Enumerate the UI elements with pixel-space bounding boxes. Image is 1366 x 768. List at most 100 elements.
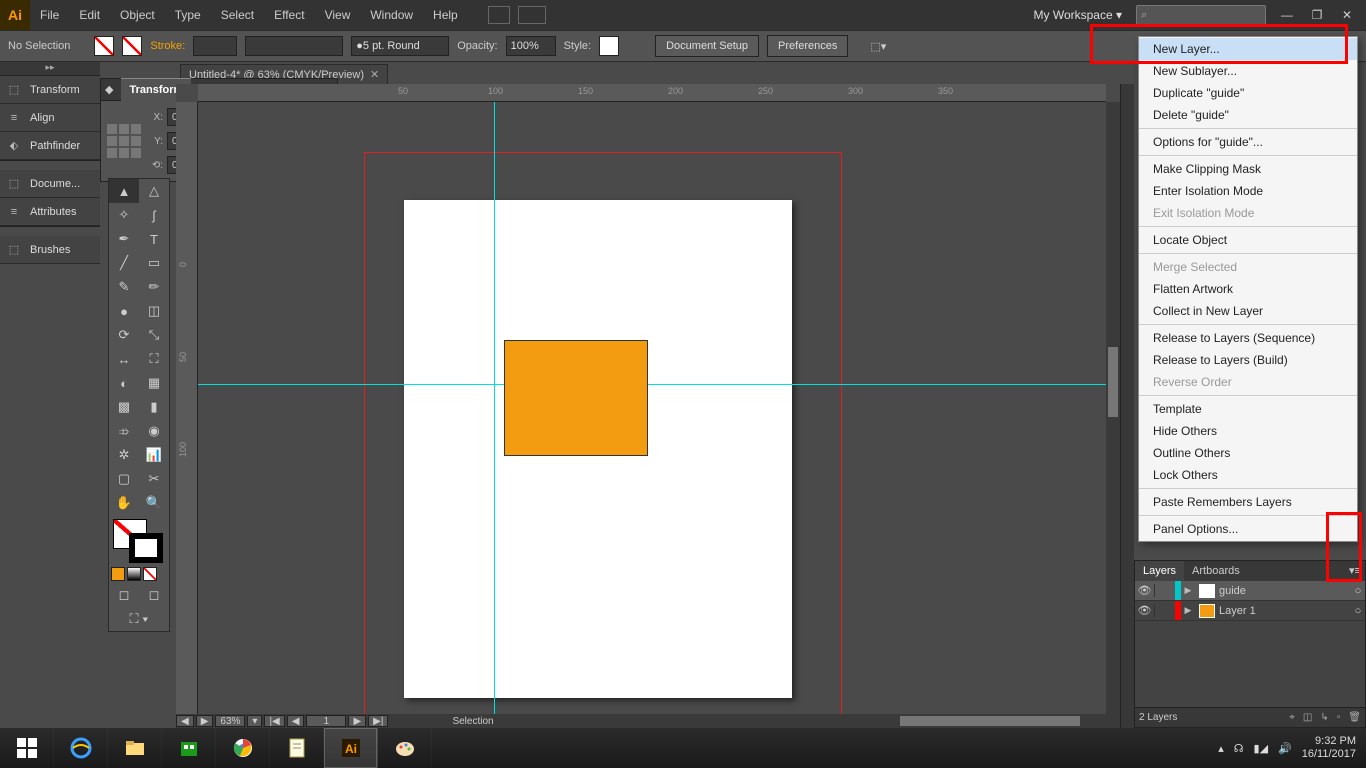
mesh-tool[interactable]: ▩ bbox=[109, 395, 139, 419]
close-button[interactable]: ✕ bbox=[1332, 5, 1362, 25]
layer-row[interactable]: 👁 ▶ Layer 1○ bbox=[1135, 601, 1365, 621]
zoom-stepper[interactable]: ◀ bbox=[176, 715, 194, 727]
menu-item-enter-isolation-mode[interactable]: Enter Isolation Mode bbox=[1139, 180, 1357, 202]
fill-stroke-icon[interactable] bbox=[109, 517, 169, 563]
opacity-input[interactable]: 100% bbox=[506, 36, 556, 56]
locate-layer-icon[interactable]: ⌖ bbox=[1289, 712, 1295, 723]
taskbar-ie-icon[interactable] bbox=[54, 728, 108, 768]
pen-tool[interactable]: ✒ bbox=[109, 227, 139, 251]
slice-tool[interactable]: ✂ bbox=[139, 467, 169, 491]
visibility-icon[interactable]: 👁 bbox=[1135, 584, 1155, 597]
layout-mode-b-icon[interactable] bbox=[518, 6, 546, 24]
expand-icon[interactable]: ▶ bbox=[1181, 605, 1195, 616]
shape-builder-tool[interactable]: ◐ bbox=[109, 371, 139, 395]
menu-item-outline-others[interactable]: Outline Others bbox=[1139, 442, 1357, 464]
taskbar-illustrator-icon[interactable]: Ai bbox=[324, 728, 378, 768]
menu-item-duplicate-guide[interactable]: Duplicate "guide" bbox=[1139, 82, 1357, 104]
tray-network-icon[interactable]: ▮◢ bbox=[1254, 742, 1269, 755]
menu-item-make-clipping-mask[interactable]: Make Clipping Mask bbox=[1139, 158, 1357, 180]
menu-item-lock-others[interactable]: Lock Others bbox=[1139, 464, 1357, 486]
tray-volume-icon[interactable]: 🔊 bbox=[1278, 742, 1292, 755]
orange-rectangle[interactable] bbox=[504, 340, 648, 456]
layout-mode-a-icon[interactable] bbox=[488, 6, 510, 24]
rotate-tool[interactable]: ⟳ bbox=[109, 323, 139, 347]
layer-name[interactable]: Layer 1 bbox=[1219, 605, 1351, 617]
tray-up-icon[interactable]: ▴ bbox=[1218, 742, 1224, 755]
reference-point-icon[interactable] bbox=[107, 124, 141, 158]
free-transform-tool[interactable]: ⛶ bbox=[139, 347, 169, 371]
lasso-tool[interactable]: ʃ bbox=[139, 203, 169, 227]
vertical-scrollbar[interactable] bbox=[1106, 102, 1120, 714]
graph-tool[interactable]: 📊 bbox=[139, 443, 169, 467]
menu-object[interactable]: Object bbox=[110, 0, 165, 30]
menu-item-release-to-layers-sequence[interactable]: Release to Layers (Sequence) bbox=[1139, 327, 1357, 349]
rectangle-tool[interactable]: ▭ bbox=[139, 251, 169, 275]
panel-brushes[interactable]: ⬚Brushes bbox=[0, 236, 100, 264]
document-setup-button[interactable]: Document Setup bbox=[655, 35, 759, 57]
preferences-button[interactable]: Preferences bbox=[767, 35, 848, 57]
right-dock-strip[interactable] bbox=[1120, 84, 1134, 728]
blob-brush-tool[interactable]: ● bbox=[109, 299, 139, 323]
selection-tool[interactable]: ▲ bbox=[109, 179, 139, 203]
screen-mode[interactable]: ⛶ ▾ bbox=[109, 607, 169, 631]
ruler-vertical[interactable]: 050100 bbox=[176, 102, 198, 714]
taskbar-explorer-icon[interactable] bbox=[108, 728, 162, 768]
menu-window[interactable]: Window bbox=[360, 0, 423, 30]
menu-select[interactable]: Select bbox=[211, 0, 264, 30]
draw-mode-normal[interactable]: ◻ bbox=[109, 583, 139, 607]
ruler-horizontal[interactable]: 50100150200250300350 bbox=[198, 84, 1106, 102]
workspace-switcher[interactable]: My Workspace ▾ bbox=[1026, 8, 1131, 22]
target-icon[interactable]: ○ bbox=[1351, 585, 1365, 597]
variable-width-input[interactable] bbox=[245, 36, 343, 56]
dock-collapse-icon[interactable]: ▸▸ bbox=[0, 62, 100, 76]
paintbrush-tool[interactable]: ✎ bbox=[109, 275, 139, 299]
expand-icon[interactable]: ▶ bbox=[1181, 585, 1195, 596]
tray-clock[interactable]: 9:32 PM 16/11/2017 bbox=[1302, 735, 1356, 761]
zoom-stepper[interactable]: ▶ bbox=[196, 715, 214, 727]
layers-panel-menu-icon[interactable]: ▾≡ bbox=[1341, 561, 1365, 581]
menu-item-collect-in-new-layer[interactable]: Collect in New Layer bbox=[1139, 300, 1357, 322]
direct-selection-tool[interactable]: △ bbox=[139, 179, 169, 203]
artboard-input[interactable]: 1 bbox=[306, 715, 346, 727]
style-swatch[interactable] bbox=[599, 36, 619, 56]
panel-attributes[interactable]: ≡Attributes bbox=[0, 198, 100, 226]
visibility-icon[interactable]: 👁 bbox=[1135, 604, 1155, 617]
taskbar-store-icon[interactable] bbox=[162, 728, 216, 768]
zoom-input[interactable]: 63% bbox=[215, 715, 245, 727]
close-tab-icon[interactable]: ✕ bbox=[370, 68, 379, 81]
minimize-button[interactable]: — bbox=[1272, 5, 1302, 25]
menu-item-panel-options[interactable]: Panel Options... bbox=[1139, 518, 1357, 540]
menu-file[interactable]: File bbox=[30, 0, 69, 30]
menu-item-options-for-guide[interactable]: Options for "guide"... bbox=[1139, 131, 1357, 153]
artboard-tool[interactable]: ▢ bbox=[109, 467, 139, 491]
brush-input[interactable]: ● 5 pt. Round bbox=[351, 36, 449, 56]
menu-view[interactable]: View bbox=[315, 0, 361, 30]
scale-tool[interactable]: ⤡ bbox=[139, 323, 169, 347]
artboard-prev[interactable]: ◀ bbox=[287, 715, 305, 727]
new-sublayer-icon[interactable]: ↳ bbox=[1320, 712, 1328, 723]
start-button[interactable] bbox=[0, 728, 54, 768]
tray-dropbox-icon[interactable]: ☊ bbox=[1234, 742, 1244, 755]
delete-layer-icon[interactable]: 🗑 bbox=[1348, 712, 1361, 723]
perspective-tool[interactable]: ▦ bbox=[139, 371, 169, 395]
taskbar-notepad-icon[interactable] bbox=[270, 728, 324, 768]
gradient-tool[interactable]: ▮ bbox=[139, 395, 169, 419]
zoom-tool[interactable]: 🔍 bbox=[139, 491, 169, 515]
layer-row[interactable]: 👁▶guide○ bbox=[1135, 581, 1365, 601]
clip-mask-icon[interactable]: ◫ bbox=[1303, 712, 1312, 723]
blend-tool[interactable]: ◉ bbox=[139, 419, 169, 443]
magic-wand-tool[interactable]: ✧ bbox=[109, 203, 139, 227]
panel-transform[interactable]: ⬚Transform bbox=[0, 76, 100, 104]
align-to-icon[interactable]: ⬚▾ bbox=[870, 40, 886, 53]
menu-type[interactable]: Type bbox=[165, 0, 211, 30]
width-tool[interactable]: ↔ bbox=[109, 347, 139, 371]
menu-item-locate-object[interactable]: Locate Object bbox=[1139, 229, 1357, 251]
target-icon[interactable]: ○ bbox=[1351, 605, 1365, 617]
eraser-tool[interactable]: ◫ bbox=[139, 299, 169, 323]
artboard-next[interactable]: ▶ bbox=[348, 715, 366, 727]
taskbar-paint-icon[interactable] bbox=[378, 728, 432, 768]
menu-item-template[interactable]: Template bbox=[1139, 398, 1357, 420]
menu-help[interactable]: Help bbox=[423, 0, 468, 30]
maximize-button[interactable]: ❐ bbox=[1302, 5, 1332, 25]
zoom-dropdown[interactable]: ▾ bbox=[247, 715, 262, 727]
